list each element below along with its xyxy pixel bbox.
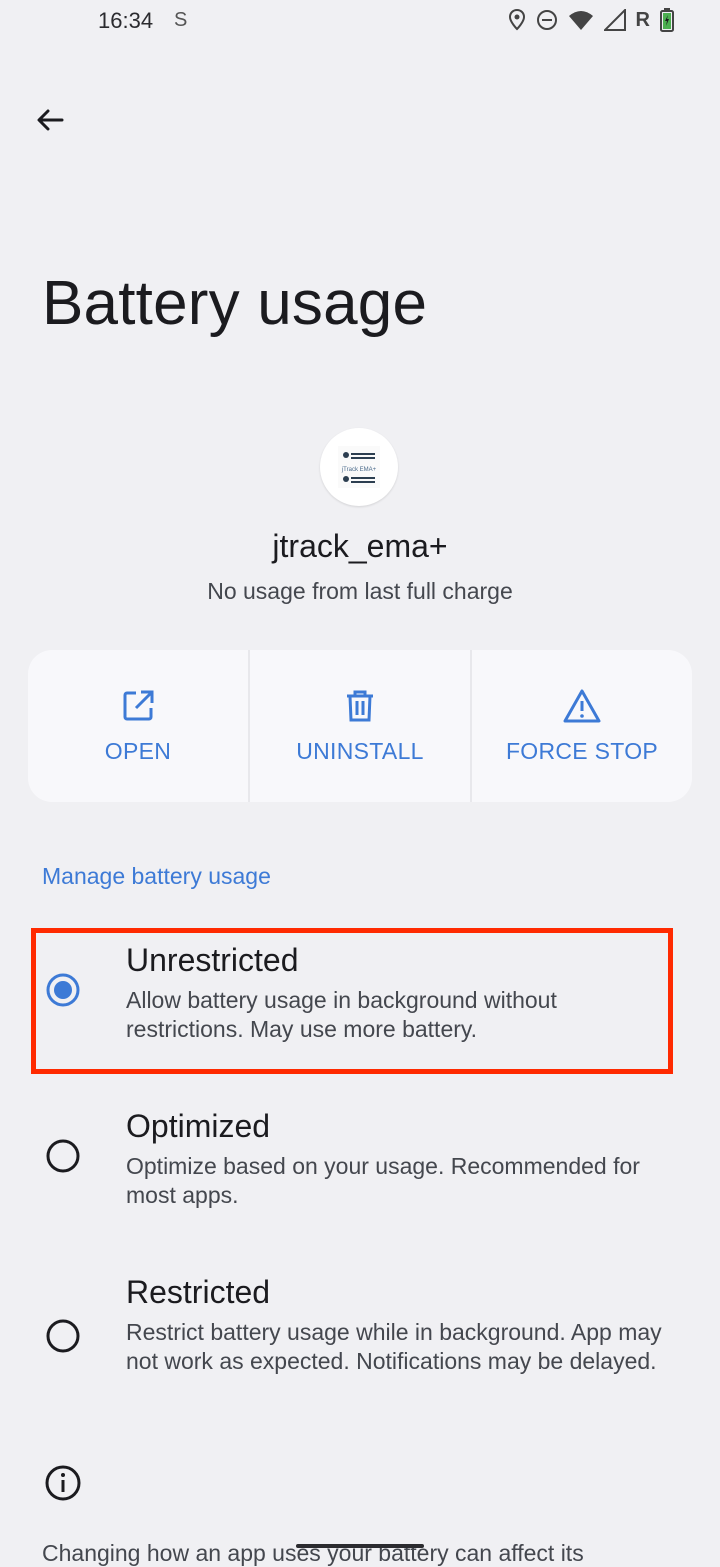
status-bar: 16:34 S R	[0, 0, 720, 44]
option-restricted[interactable]: Restricted Restrict battery usage while …	[0, 1262, 720, 1422]
dnd-icon	[536, 10, 557, 30]
status-icons: R	[508, 8, 674, 32]
app-icon: jTrack EMA+	[320, 428, 398, 506]
status-s-icon: S	[174, 9, 188, 31]
roaming-indicator: R	[635, 8, 650, 31]
radio-unselected-icon[interactable]	[45, 1138, 81, 1174]
uninstall-button[interactable]: UNINSTALL	[250, 650, 472, 802]
warning-icon	[563, 689, 601, 722]
page-title: Battery usage	[42, 269, 428, 338]
section-header: Manage battery usage	[42, 863, 271, 889]
open-external-icon	[123, 690, 154, 720]
svg-text:jTrack EMA+: jTrack EMA+	[341, 467, 377, 473]
location-icon	[508, 9, 525, 31]
option-description: Optimize based on your usage. Recommende…	[126, 1153, 640, 1208]
wifi-icon	[568, 11, 593, 30]
option-title: Restricted	[126, 1274, 271, 1310]
signal-icon	[603, 9, 626, 31]
app-name: jtrack_ema+	[272, 528, 448, 564]
battery-icon	[660, 8, 674, 32]
option-optimized[interactable]: Optimized Optimize based on your usage. …	[0, 1096, 720, 1226]
arrow-back-icon	[37, 109, 64, 131]
action-buttons: OPEN UNINSTALL FORCE STOP	[28, 650, 692, 802]
app-logo-icon: jTrack EMA+	[338, 446, 380, 488]
option-description: Restrict battery usage while in backgrou…	[126, 1319, 662, 1374]
open-button[interactable]: OPEN	[28, 650, 250, 802]
info-icon	[45, 1465, 81, 1501]
radio-unselected-icon[interactable]	[45, 1318, 81, 1354]
uninstall-label: UNINSTALL	[296, 737, 424, 764]
option-title: Optimized	[126, 1108, 271, 1144]
trash-icon	[347, 690, 373, 721]
highlight-box	[31, 928, 673, 1074]
back-button[interactable]	[26, 96, 74, 144]
force-stop-label: FORCE STOP	[505, 737, 659, 764]
open-label: OPEN	[104, 737, 172, 764]
nav-handle[interactable]	[296, 1544, 424, 1548]
app-usage-summary: No usage from last full charge	[207, 578, 513, 604]
force-stop-button[interactable]: FORCE STOP	[472, 650, 692, 802]
status-time: 16:34	[98, 8, 154, 33]
